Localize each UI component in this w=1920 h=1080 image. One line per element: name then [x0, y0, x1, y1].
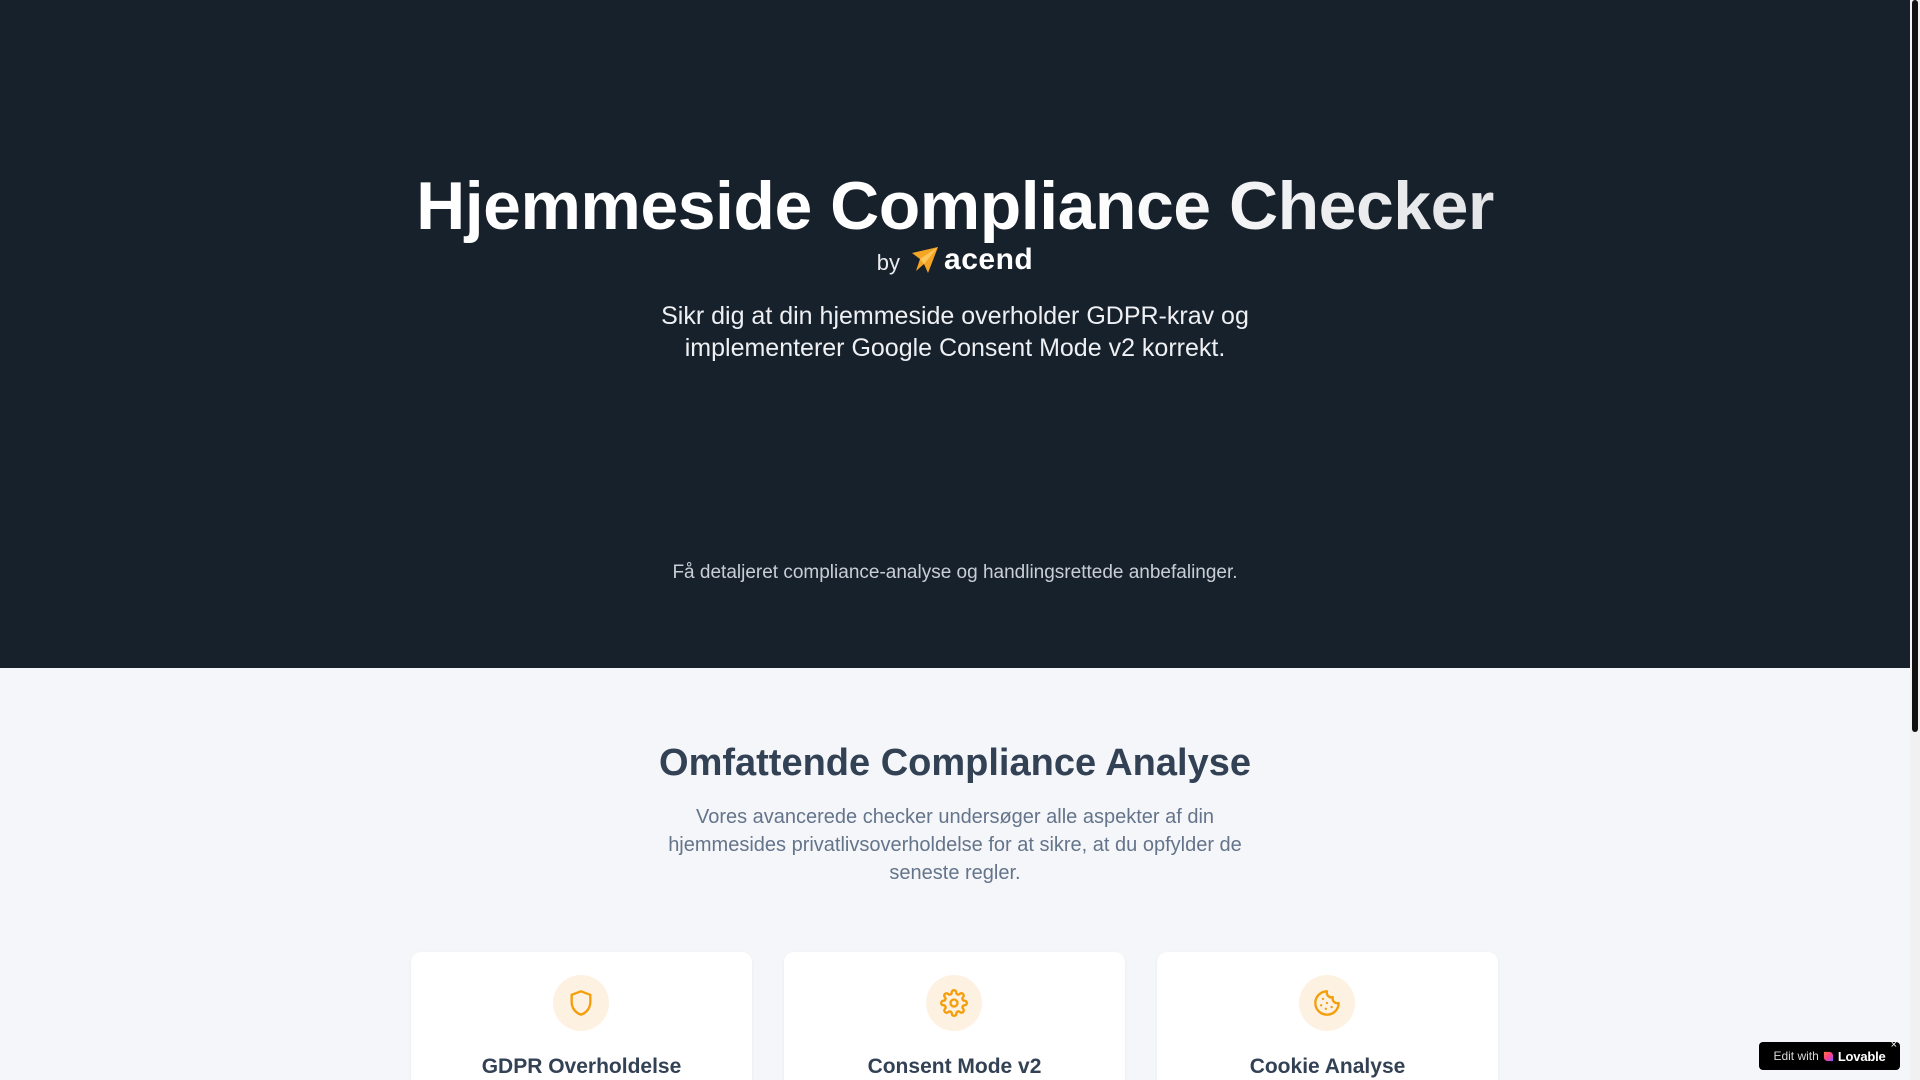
feature-card-title: Cookie Analyse	[1249, 1055, 1406, 1078]
brand-logo: acend	[910, 245, 1033, 275]
feature-cards: GDPR Overholdelse Consent Mode v2 Cookie…	[411, 952, 1499, 1080]
feature-card-title: Consent Mode v2	[867, 1055, 1042, 1078]
edit-with-lovable-badge[interactable]: Edit with Lovable ×	[1759, 1039, 1900, 1070]
page-title: Hjemmeside Compliance Checker	[0, 168, 1910, 244]
by-label: by	[876, 250, 901, 275]
hero-section: Hjemmeside Compliance Checker by acend S…	[0, 0, 1910, 668]
feature-card-consent-mode: Consent Mode v2	[784, 952, 1125, 1080]
badge-close-button[interactable]: ×	[1891, 1039, 1897, 1051]
hero-note: Få detaljeret compliance-analyse og hand…	[672, 562, 1238, 583]
card-icon-circle	[553, 975, 609, 1031]
page: Hjemmeside Compliance Checker by acend S…	[0, 0, 1910, 1080]
page-scrollbar[interactable]	[1910, 0, 1920, 1080]
lovable-heart-icon	[1823, 1051, 1833, 1061]
brand-name: acend	[944, 243, 1034, 276]
feature-card-cookie: Cookie Analyse	[1157, 952, 1498, 1080]
hero-subtitle: Sikr dig at din hjemmeside overholder GD…	[661, 302, 1249, 362]
card-icon-circle	[1299, 975, 1355, 1031]
features-title: Omfattende Compliance Analyse	[659, 742, 1251, 784]
shield-icon	[570, 990, 592, 1016]
features-description: Vores avancerede checker undersøger alle…	[668, 806, 1242, 884]
scrollbar-thumb[interactable]	[1912, 0, 1918, 732]
cookie-icon	[1314, 990, 1340, 1016]
feature-card-gdpr: GDPR Overholdelse	[411, 952, 752, 1080]
card-icon-circle	[926, 975, 982, 1031]
gear-icon	[940, 989, 968, 1017]
byline: by acend	[0, 244, 1910, 276]
feature-card-title: GDPR Overholdelse	[481, 1055, 682, 1078]
edit-with-label: Edit with	[1773, 1049, 1819, 1063]
lovable-brand-name: Lovable	[1837, 1048, 1886, 1064]
acend-logo-icon	[912, 247, 939, 273]
